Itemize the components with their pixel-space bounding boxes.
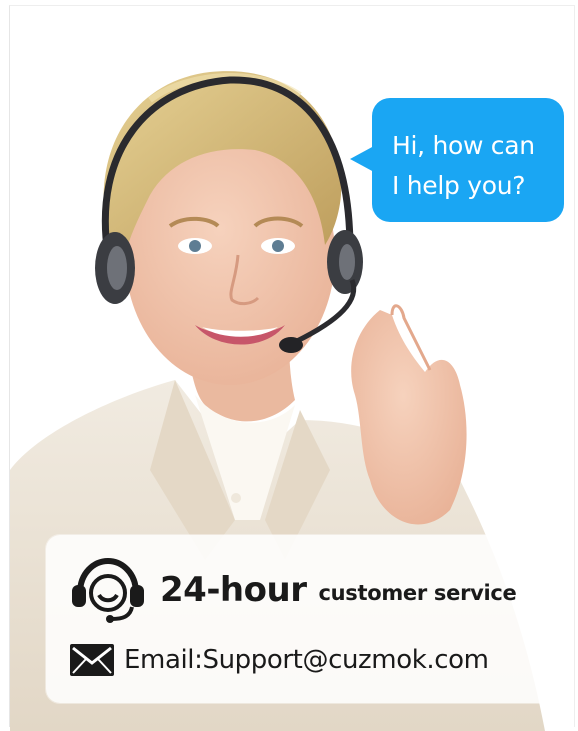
customer-service-banner: Hi, how can I help you? 24-hour customer… bbox=[0, 0, 578, 731]
mail-icon bbox=[70, 644, 114, 676]
support-email[interactable]: Email:Support@cuzmok.com bbox=[124, 645, 489, 675]
service-row: 24-hour customer service bbox=[68, 555, 517, 625]
service-hours: 24-hour bbox=[160, 570, 307, 610]
speech-bubble-tail bbox=[350, 146, 374, 172]
email-row: Email:Support@cuzmok.com bbox=[68, 637, 489, 683]
bubble-line-2: I help you? bbox=[392, 171, 526, 200]
contact-info-panel: 24-hour customer service Email:Support@c… bbox=[46, 535, 555, 703]
service-label: customer service bbox=[318, 581, 517, 605]
speech-bubble: Hi, how can I help you? bbox=[372, 98, 564, 222]
headset-icon bbox=[72, 557, 144, 623]
bubble-line-1: Hi, how can bbox=[392, 131, 535, 160]
